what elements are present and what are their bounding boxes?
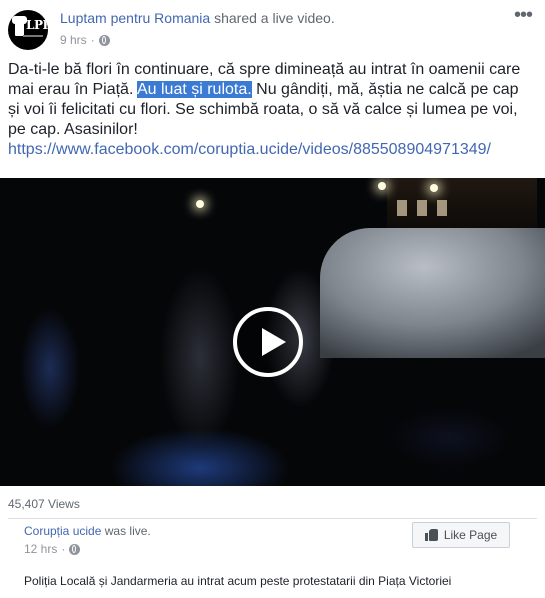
more-options-button[interactable]: ••• xyxy=(511,5,535,28)
post-timestamp[interactable]: 9 hrs xyxy=(60,33,87,47)
shared-description: Poliția Locală și Jandarmeria au intrat … xyxy=(24,574,452,588)
meta-separator: · xyxy=(90,33,95,47)
meta-separator: · xyxy=(61,542,66,556)
video-scene-light xyxy=(430,184,438,192)
post-text-highlight: Au luat și rulota. xyxy=(136,81,252,98)
video-scene-light xyxy=(196,200,204,208)
author-name-link[interactable]: Luptam pentru Romania xyxy=(60,10,210,26)
video-scene-light xyxy=(378,182,386,190)
post-header: LPR Luptam pentru Romania shared a live … xyxy=(0,0,545,56)
post-video-link[interactable]: https://www.facebook.com/coruptia.ucide/… xyxy=(8,141,491,158)
video-player[interactable] xyxy=(0,178,545,486)
play-icon[interactable] xyxy=(233,307,303,377)
shared-source-line: Corupția ucide was live. xyxy=(24,524,151,538)
author-action: shared a live video. xyxy=(210,10,335,26)
page-avatar[interactable]: LPR xyxy=(8,10,48,50)
like-page-button[interactable]: Like Page xyxy=(412,522,510,548)
shared-timestamp[interactable]: 12 hrs xyxy=(24,542,57,556)
video-scene-car xyxy=(320,228,545,358)
globe-icon[interactable] xyxy=(69,543,81,555)
post-text: Da-ti-le bă flori în continuare, că spre… xyxy=(8,60,528,160)
post-meta: 9 hrs · xyxy=(60,33,110,47)
shared-source-name-link[interactable]: Corupția ucide xyxy=(24,524,101,538)
thumbs-up-icon xyxy=(424,529,438,541)
avatar-logo-text: LPR xyxy=(26,18,48,32)
author-line: Luptam pentru Romania shared a live vide… xyxy=(60,10,335,26)
view-count: 45,407 Views xyxy=(8,497,80,511)
shared-meta: 12 hrs · xyxy=(24,542,81,556)
fist-icon xyxy=(12,16,27,36)
globe-icon[interactable] xyxy=(98,34,110,46)
like-page-label: Like Page xyxy=(443,528,498,542)
avatar-underline xyxy=(23,35,43,37)
divider xyxy=(8,518,537,519)
shared-source-suffix: was live. xyxy=(101,524,151,538)
